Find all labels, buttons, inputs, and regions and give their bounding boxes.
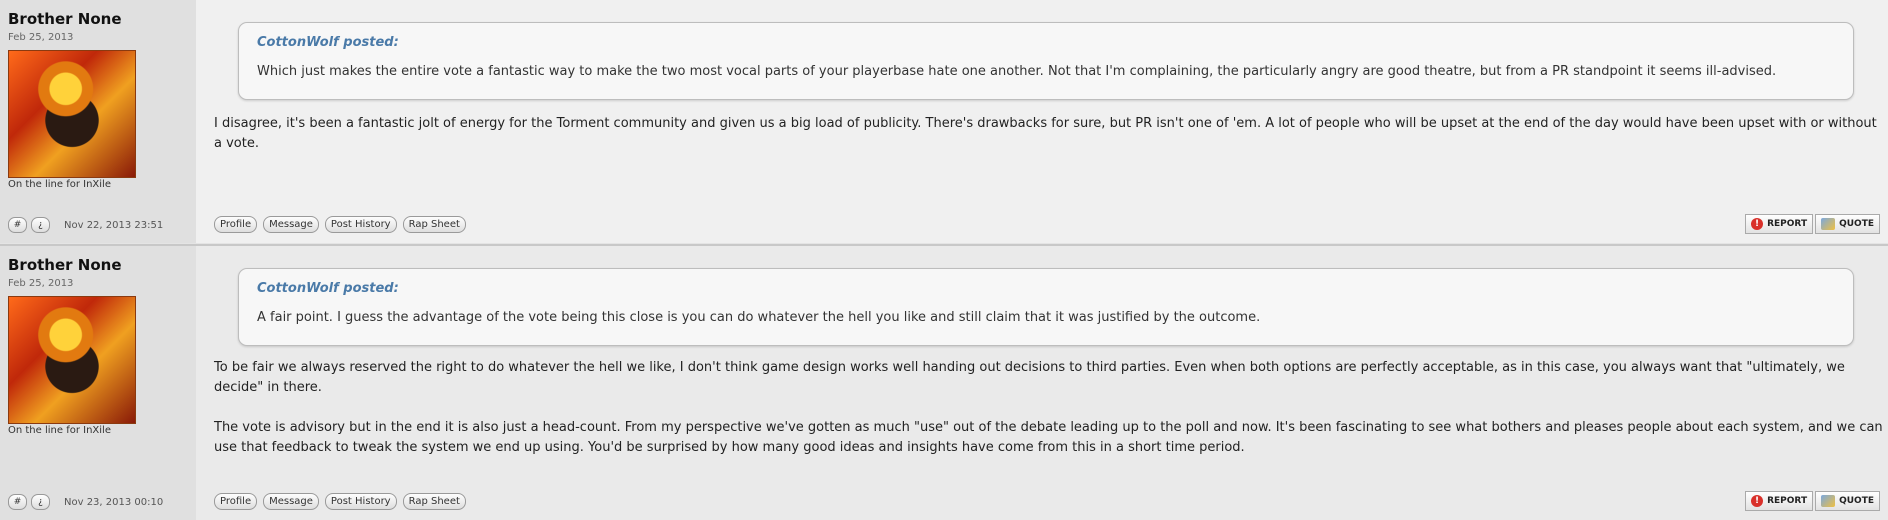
quote-icon (1821, 218, 1836, 230)
alert-icon: ! (1751, 495, 1764, 507)
post-history-button[interactable]: Post History (324, 493, 397, 510)
username[interactable]: Brother None (8, 256, 122, 274)
post-meta-row: # ¿ Nov 23, 2013 00:10 (8, 494, 163, 510)
report-button[interactable]: ! REPORT (1745, 214, 1814, 234)
message-paragraph: To be fair we always reserved the right … (214, 360, 1845, 395)
user-question-button[interactable]: ¿ (31, 217, 50, 233)
quote-text: Which just makes the entire vote a fanta… (257, 64, 1777, 79)
post-message: To be fair we always reserved the right … (214, 358, 1884, 478)
join-date: Feb 25, 2013 (8, 278, 74, 289)
moderation-actions: ! REPORT QUOTE (1745, 491, 1880, 511)
post-link-button[interactable]: # (8, 494, 27, 510)
username[interactable]: Brother None (8, 10, 122, 28)
rap-sheet-button[interactable]: Rap Sheet (402, 493, 466, 510)
quote-icon (1821, 495, 1836, 507)
quote-button[interactable]: QUOTE (1815, 491, 1880, 511)
user-title: On the line for InXile (8, 425, 111, 436)
profile-button[interactable]: Profile (214, 493, 258, 510)
report-label: REPORT (1767, 496, 1808, 506)
avatar (8, 50, 136, 178)
post-content: CottonWolf posted: Which just makes the … (214, 0, 1888, 243)
post-actions: Profile Message Post History Rap Sheet (214, 493, 466, 510)
quote-author: CottonWolf posted: (257, 35, 399, 50)
message-button[interactable]: Message (263, 493, 319, 510)
user-title: On the line for InXile (8, 179, 111, 190)
forum-post: Brother None Feb 25, 2013 On the line fo… (0, 0, 1888, 243)
post-timestamp: Nov 23, 2013 00:10 (64, 496, 164, 508)
alert-icon: ! (1751, 218, 1764, 230)
quote-label: QUOTE (1839, 496, 1874, 506)
quote-block: CottonWolf posted: Which just makes the … (238, 22, 1854, 100)
report-button[interactable]: ! REPORT (1745, 491, 1814, 511)
quote-author: CottonWolf posted: (257, 281, 399, 296)
forum-post: Brother None Feb 25, 2013 On the line fo… (0, 244, 1888, 520)
profile-button[interactable]: Profile (214, 216, 258, 233)
post-history-button[interactable]: Post History (324, 216, 397, 233)
avatar (8, 296, 136, 424)
quote-label: QUOTE (1839, 219, 1874, 229)
user-question-button[interactable]: ¿ (31, 494, 50, 510)
message-paragraph: The vote is advisory but in the end it i… (214, 420, 1883, 455)
user-info-panel: Brother None Feb 25, 2013 On the line fo… (0, 0, 196, 243)
post-message: I disagree, it's been a fantastic jolt o… (214, 114, 1884, 174)
rap-sheet-button[interactable]: Rap Sheet (402, 216, 466, 233)
quote-text: A fair point. I guess the advantage of t… (257, 310, 1261, 325)
post-link-button[interactable]: # (8, 217, 27, 233)
join-date: Feb 25, 2013 (8, 32, 74, 43)
post-meta-row: # ¿ Nov 22, 2013 23:51 (8, 217, 163, 233)
post-timestamp: Nov 22, 2013 23:51 (64, 219, 164, 231)
post-actions: Profile Message Post History Rap Sheet (214, 216, 466, 233)
quote-button[interactable]: QUOTE (1815, 214, 1880, 234)
message-paragraph: I disagree, it's been a fantastic jolt o… (214, 116, 1877, 151)
quote-block: CottonWolf posted: A fair point. I guess… (238, 268, 1854, 346)
post-content: CottonWolf posted: A fair point. I guess… (214, 246, 1888, 520)
report-label: REPORT (1767, 219, 1808, 229)
user-info-panel: Brother None Feb 25, 2013 On the line fo… (0, 246, 196, 520)
message-button[interactable]: Message (263, 216, 319, 233)
moderation-actions: ! REPORT QUOTE (1745, 214, 1880, 234)
